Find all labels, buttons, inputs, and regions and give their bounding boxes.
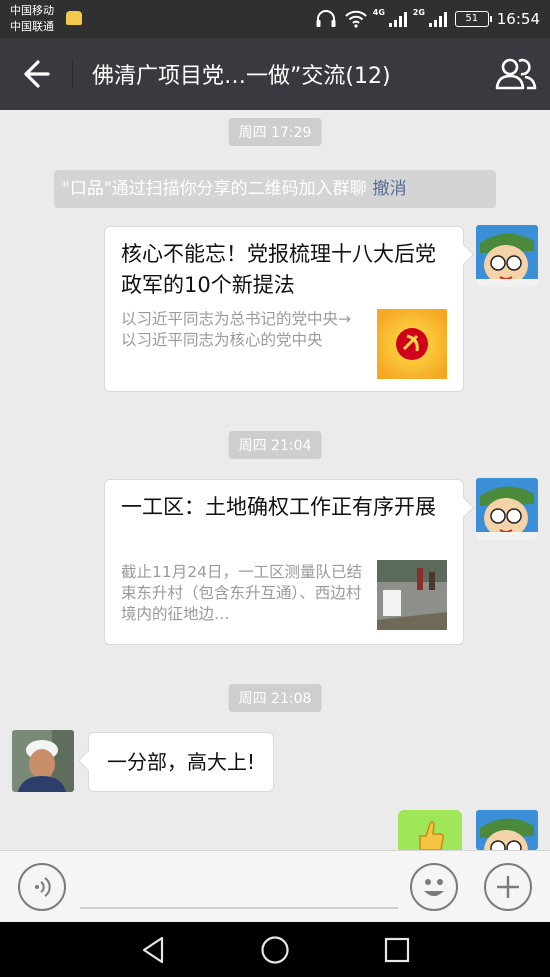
cartoon-avatar-icon (476, 225, 538, 287)
cartoon-avatar-icon (476, 810, 538, 850)
wifi-icon (345, 10, 367, 28)
more-button[interactable] (484, 863, 532, 911)
carrier-1-label: 中国移动 (10, 4, 54, 17)
system-notice: "口品"通过扫描你分享的二维码加入群聊 撤消 (54, 170, 496, 208)
signal-2g-icon: 2G (412, 8, 447, 27)
clock: 16:54 (496, 10, 540, 28)
field-photo-icon (377, 560, 447, 630)
status-indicators: 4G 2G 51 16:54 (315, 0, 540, 38)
headphones-icon (316, 10, 336, 27)
system-notice-text: "口品"通过扫描你分享的二维码加入群聊 (62, 179, 367, 199)
undo-link[interactable]: 撤消 (373, 179, 407, 199)
plus-icon (497, 876, 519, 898)
signal-4g-icon: 4G (372, 8, 407, 27)
voice-input-icon (35, 877, 51, 897)
arrow-left-icon[interactable] (16, 56, 56, 92)
party-emblem-icon (377, 309, 447, 379)
android-nav-bar (0, 922, 550, 977)
timestamp-pill: 周四 21:04 (228, 431, 322, 459)
battery-level: 51 (465, 13, 479, 24)
chat-title: 佛清广项目党…一做”交流(12) (92, 64, 391, 89)
article-summary: 截止11月24日，一工区测量队已结束东升村（包含东升互通）、西边村境内的征地边… (121, 563, 362, 623)
network-2-label: 2G (412, 8, 425, 17)
circle-home-icon[interactable] (259, 934, 291, 966)
article-title: 核心不能忘！党报梳理十八大后党政军的10个新提法 (121, 242, 436, 297)
article-title: 一工区：土地确权工作正有序开展 (121, 495, 436, 519)
car-notification-icon (66, 11, 82, 25)
sent-emoji-bubble[interactable] (398, 810, 462, 854)
article-summary: 以习近平同志为总书记的党中央→以习近平同志为核心的党中央 (121, 310, 351, 349)
emoji-icon (424, 879, 444, 896)
carrier-2-label: 中国联通 (10, 20, 54, 33)
article-card[interactable]: 核心不能忘！党报梳理十八大后党政军的10个新提法 以习近平同志为总书记的党中央→… (104, 226, 464, 392)
my-avatar[interactable] (476, 225, 538, 287)
article-thumbnail (377, 560, 447, 630)
worker-avatar-icon (12, 730, 74, 792)
input-bar (0, 850, 550, 922)
network-1-label: 4G (372, 8, 385, 17)
timestamp-pill: 周四 17:29 (228, 118, 322, 146)
message-input[interactable] (80, 907, 398, 909)
sender-avatar[interactable] (12, 730, 74, 792)
text-message-bubble[interactable]: 一分部，高大上! (88, 732, 275, 792)
emoji-button[interactable] (410, 863, 458, 911)
battery-icon: 51 (454, 11, 492, 27)
triangle-back-icon[interactable] (138, 934, 170, 966)
timestamp-pill: 周四 21:08 (228, 684, 322, 712)
voice-button[interactable] (18, 863, 66, 911)
article-thumbnail (377, 309, 447, 379)
status-bar: 中国移动 中国联通 4G 2G 51 16:54 (0, 0, 550, 38)
my-avatar[interactable] (476, 810, 538, 850)
group-members-icon[interactable] (494, 56, 538, 92)
cartoon-avatar-icon (476, 478, 538, 540)
my-avatar[interactable] (476, 478, 538, 540)
chat-header: 佛清广项目党…一做”交流(12) (0, 38, 550, 110)
header-divider (72, 60, 73, 88)
article-card[interactable]: 一工区：土地确权工作正有序开展 截止11月24日，一工区测量队已结束东升村（包含… (104, 479, 464, 645)
square-recent-icon[interactable] (381, 934, 413, 966)
thumbs-up-icon (419, 821, 444, 851)
